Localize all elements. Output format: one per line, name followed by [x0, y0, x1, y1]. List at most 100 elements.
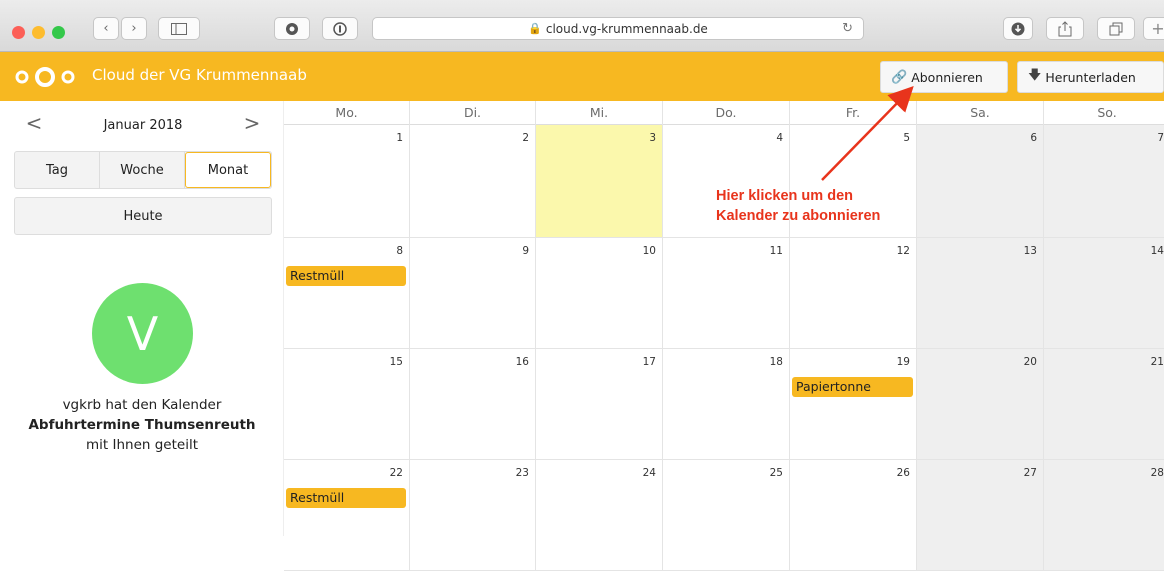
- shared-calendar-info: vgkrb hat den Kalender Abfuhrtermine Thu…: [0, 395, 284, 455]
- calendar-event[interactable]: Papiertonne: [792, 377, 913, 397]
- day-number: 17: [642, 356, 656, 368]
- reload-icon[interactable]: ↻: [842, 21, 853, 36]
- calendar-event[interactable]: Restmüll: [286, 488, 406, 508]
- day-cell[interactable]: 7: [1044, 125, 1164, 238]
- extension-button[interactable]: [274, 17, 310, 40]
- current-month-label[interactable]: Januar 2018: [14, 118, 272, 133]
- view-switcher: Tag Woche Monat: [14, 151, 272, 189]
- tabs-icon: [1109, 22, 1123, 35]
- day-cell[interactable]: 2: [410, 125, 536, 238]
- day-number: 23: [515, 467, 529, 479]
- day-number: 22: [389, 467, 403, 479]
- ghostery-icon: [286, 22, 298, 35]
- download-button[interactable]: 🡇 Herunterladen: [1017, 61, 1164, 93]
- minimize-window-button[interactable]: [32, 26, 45, 39]
- new-tab-button[interactable]: +: [1143, 17, 1164, 40]
- day-cell[interactable]: 24: [536, 460, 663, 571]
- month-navigation: < Januar 2018 >: [14, 111, 272, 141]
- annotation-text: Hier klicken um den Kalender zu abonnier…: [716, 188, 881, 224]
- day-cell[interactable]: 11: [663, 238, 790, 349]
- subscribe-button[interactable]: 🔗 Abonnieren: [880, 61, 1008, 93]
- day-number: 13: [1023, 245, 1037, 257]
- app-title: Cloud der VG Krummennaab: [92, 66, 307, 84]
- weekday-header: Mi.: [536, 101, 663, 125]
- month-calendar: Mo. Di. Mi. Do. Fr. Sa. So. 1 2 3 4 5 6 7 8 Restmüll 9 1…: [284, 101, 1164, 571]
- close-window-button[interactable]: [12, 26, 25, 39]
- view-week-button[interactable]: Woche: [100, 152, 185, 188]
- day-cell[interactable]: 8 Restmüll: [284, 238, 410, 349]
- day-cell[interactable]: 20: [917, 349, 1044, 460]
- password-manager-button[interactable]: [322, 17, 358, 40]
- downloads-button[interactable]: [1003, 17, 1033, 40]
- day-number: 6: [1030, 132, 1037, 144]
- sidebar-toggle-button[interactable]: [158, 17, 200, 40]
- day-number: 16: [515, 356, 529, 368]
- day-cell[interactable]: 25: [663, 460, 790, 571]
- calendar-event[interactable]: Restmüll: [286, 266, 406, 286]
- day-number: 21: [1150, 356, 1164, 368]
- day-number: 26: [896, 467, 910, 479]
- sidebar: < Januar 2018 > Tag Woche Monat Heute V …: [0, 101, 284, 536]
- weekday-header: So.: [1044, 101, 1164, 125]
- day-number: 27: [1023, 467, 1037, 479]
- chevron-left-icon: ‹: [103, 21, 109, 36]
- day-cell[interactable]: 16: [410, 349, 536, 460]
- next-month-button[interactable]: >: [240, 111, 264, 135]
- view-month-button[interactable]: Monat: [185, 152, 271, 188]
- day-cell[interactable]: 17: [536, 349, 663, 460]
- day-number: 20: [1023, 356, 1037, 368]
- day-number: 15: [389, 356, 403, 368]
- weekday-header: Do.: [663, 101, 790, 125]
- day-number: 8: [396, 245, 403, 257]
- day-cell[interactable]: 10: [536, 238, 663, 349]
- day-number: 18: [769, 356, 783, 368]
- weekday-header: Sa.: [917, 101, 1044, 125]
- day-number: 2: [522, 132, 529, 144]
- onepassword-icon: [333, 21, 347, 36]
- weekday-header: Fr.: [790, 101, 917, 125]
- day-cell[interactable]: 3: [536, 125, 663, 238]
- day-cell[interactable]: 6: [917, 125, 1044, 238]
- day-cell[interactable]: 13: [917, 238, 1044, 349]
- day-cell[interactable]: 15: [284, 349, 410, 460]
- day-cell[interactable]: 18: [663, 349, 790, 460]
- day-cell[interactable]: 22 Restmüll: [284, 460, 410, 571]
- day-cell[interactable]: 12: [790, 238, 917, 349]
- day-number: 4: [776, 132, 783, 144]
- day-cell[interactable]: 27: [917, 460, 1044, 571]
- day-number: 1: [396, 132, 403, 144]
- day-cell[interactable]: 9: [410, 238, 536, 349]
- avatar: V: [92, 283, 193, 384]
- today-button[interactable]: Heute: [14, 197, 272, 235]
- day-cell[interactable]: 21: [1044, 349, 1164, 460]
- shared-calendar-name: Abfuhrtermine Thumsenreuth: [28, 417, 256, 433]
- view-day-button[interactable]: Tag: [15, 152, 100, 188]
- share-button[interactable]: [1046, 17, 1084, 40]
- share-suffix-text: mit Ihnen geteilt: [85, 437, 198, 453]
- download-circle-icon: [1011, 22, 1025, 35]
- day-number: 9: [522, 245, 529, 257]
- share-icon: [1058, 20, 1072, 36]
- day-cell[interactable]: 28: [1044, 460, 1164, 571]
- back-button[interactable]: ‹: [93, 17, 119, 40]
- tabs-overview-button[interactable]: [1097, 17, 1135, 40]
- day-cell[interactable]: 26: [790, 460, 917, 571]
- nextcloud-logo-icon[interactable]: [12, 66, 78, 88]
- day-number: 19: [896, 356, 910, 368]
- day-cell[interactable]: 14: [1044, 238, 1164, 349]
- chevron-right-icon: ›: [131, 21, 137, 36]
- zoom-window-button[interactable]: [52, 26, 65, 39]
- share-owner-text: vgkrb hat den Kalender: [62, 397, 222, 413]
- day-number: 24: [642, 467, 656, 479]
- day-number: 5: [903, 132, 910, 144]
- sidebar-icon: [171, 22, 187, 35]
- day-number: 28: [1150, 467, 1164, 479]
- day-cell[interactable]: 1: [284, 125, 410, 238]
- app-header: Cloud der VG Krummennaab 🔗 Abonnieren 🡇 …: [0, 52, 1164, 101]
- day-cell[interactable]: 19 Papiertonne: [790, 349, 917, 460]
- weekday-header-row: Mo. Di. Mi. Do. Fr. Sa. So.: [284, 101, 1164, 125]
- address-bar[interactable]: 🔒 cloud.vg-krummennaab.de ↻: [372, 17, 864, 40]
- url-text: cloud.vg-krummennaab.de: [545, 21, 708, 36]
- forward-button[interactable]: ›: [121, 17, 147, 40]
- day-cell[interactable]: 23: [410, 460, 536, 571]
